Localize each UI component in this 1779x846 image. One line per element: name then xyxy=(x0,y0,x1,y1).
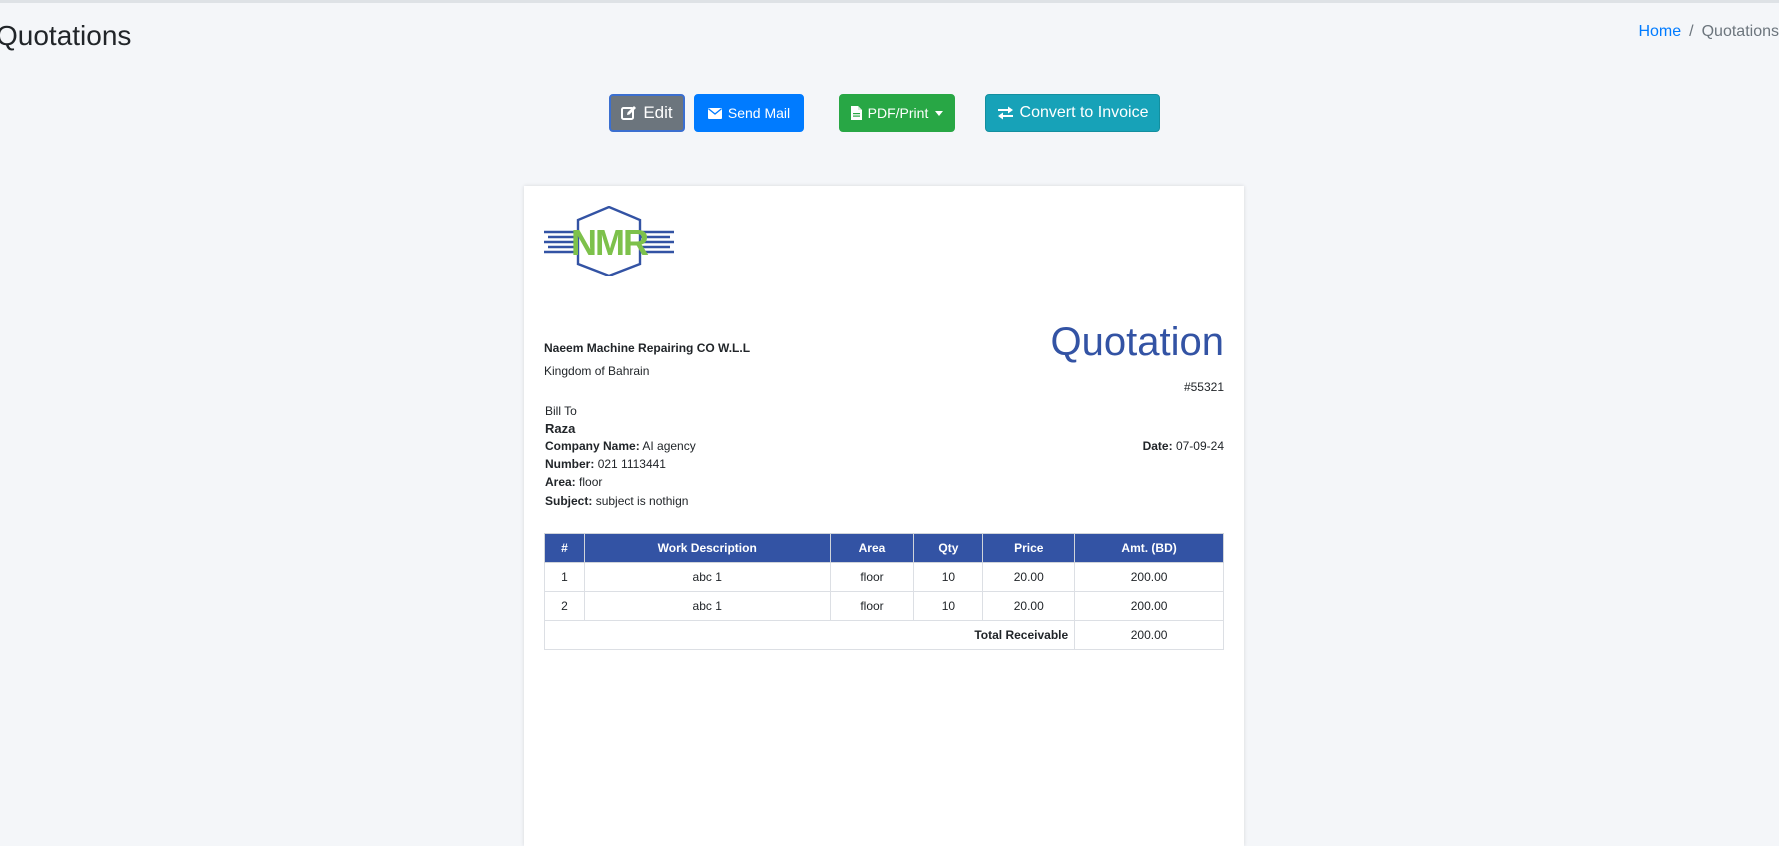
phone-number-value: 021 1113441 xyxy=(597,457,666,471)
subject-label: Subject: xyxy=(545,494,593,508)
column-header-area: Area xyxy=(829,533,915,563)
envelope-icon xyxy=(707,107,722,119)
document-title: Quotation xyxy=(1050,320,1224,364)
table-cell: 200.00 xyxy=(1074,591,1224,621)
pdf-print-dropdown-button[interactable]: PDF/Print xyxy=(839,94,955,132)
send-mail-button[interactable]: Send Mail xyxy=(694,94,804,132)
bill-to-label: Bill To xyxy=(545,404,577,418)
company-name-value: AI agency xyxy=(642,439,696,453)
column-header-amount: Amt. (BD) xyxy=(1074,533,1224,563)
date-line: Date: 07-09-24 xyxy=(1143,439,1224,453)
table-cell: 200.00 xyxy=(1074,562,1224,592)
date-label: Date: xyxy=(1142,439,1173,453)
convert-label: Convert to Invoice xyxy=(1019,104,1149,121)
table-cell: floor xyxy=(829,562,915,592)
client-name: Raza xyxy=(545,421,576,436)
items-table: # Work Description Area Qty Price Amt. (… xyxy=(543,533,1224,650)
subject-value: subject is nothign xyxy=(595,494,689,508)
company-name: Naeem Machine Repairing CO W.L.L xyxy=(544,341,751,355)
subject-line: Subject: subject is nothign xyxy=(545,494,688,508)
column-header-price: Price xyxy=(982,533,1076,563)
area-line: Area: floor xyxy=(545,475,602,489)
phone-number-label: Number: xyxy=(545,457,595,471)
table-cell: 10 xyxy=(913,591,984,621)
table-cell: abc 1 xyxy=(583,562,831,592)
breadcrumb-home-link[interactable]: Home xyxy=(1638,23,1681,40)
table-cell: abc 1 xyxy=(583,591,831,621)
date-value: 07-09-24 xyxy=(1175,439,1224,453)
table-cell: 20.00 xyxy=(982,591,1076,621)
table-cell: 1 xyxy=(544,562,585,592)
column-header-number: # xyxy=(544,533,585,563)
exchange-icon xyxy=(997,106,1014,120)
total-receivable-value: 200.00 xyxy=(1074,620,1224,650)
quotation-document: NMR Naeem Machine Repairing CO W.L.L Kin… xyxy=(524,186,1244,846)
top-border xyxy=(0,0,1779,3)
edit-label: Edit xyxy=(643,103,673,122)
logo-text: NMR xyxy=(571,222,649,263)
column-header-qty: Qty xyxy=(913,533,984,563)
company-logo: NMR xyxy=(544,206,674,276)
table-header-row: # Work Description Area Qty Price Amt. (… xyxy=(544,533,1224,563)
page-title: Quotations xyxy=(0,20,132,51)
table-cell: 10 xyxy=(913,562,984,592)
edit-icon xyxy=(621,105,637,121)
caret-down-icon xyxy=(935,110,944,116)
area-label: Area: xyxy=(545,475,576,489)
column-header-work-description: Work Description xyxy=(583,533,831,563)
quotation-number: #55321 xyxy=(1183,380,1224,394)
send-mail-label: Send Mail xyxy=(727,105,791,121)
company-name-label: Company Name: xyxy=(545,439,640,453)
total-row: Total Receivable 200.00 xyxy=(543,620,1224,650)
table-row: 2 abc 1 floor 10 20.00 200.00 xyxy=(544,591,1224,621)
file-icon xyxy=(850,106,862,120)
breadcrumb: Home / Quotations xyxy=(1638,22,1779,42)
breadcrumb-separator: / xyxy=(1689,23,1694,40)
convert-to-invoice-button[interactable]: Convert to Invoice xyxy=(985,94,1160,132)
table-cell: 2 xyxy=(544,591,585,621)
edit-button[interactable]: Edit xyxy=(609,94,685,132)
table-cell: floor xyxy=(829,591,915,621)
table-row: 1 abc 1 floor 10 20.00 200.00 xyxy=(544,562,1224,592)
area-value: floor xyxy=(579,475,603,489)
pdf-print-label: PDF/Print xyxy=(867,105,929,121)
phone-number-line: Number: 021 1113441 xyxy=(545,457,666,471)
table-cell: 20.00 xyxy=(982,562,1076,592)
breadcrumb-current: Quotations xyxy=(1701,23,1779,40)
total-receivable-label: Total Receivable xyxy=(543,620,1076,650)
company-country: Kingdom of Bahrain xyxy=(544,364,650,378)
company-name-line: Company Name: AI agency xyxy=(545,439,696,453)
